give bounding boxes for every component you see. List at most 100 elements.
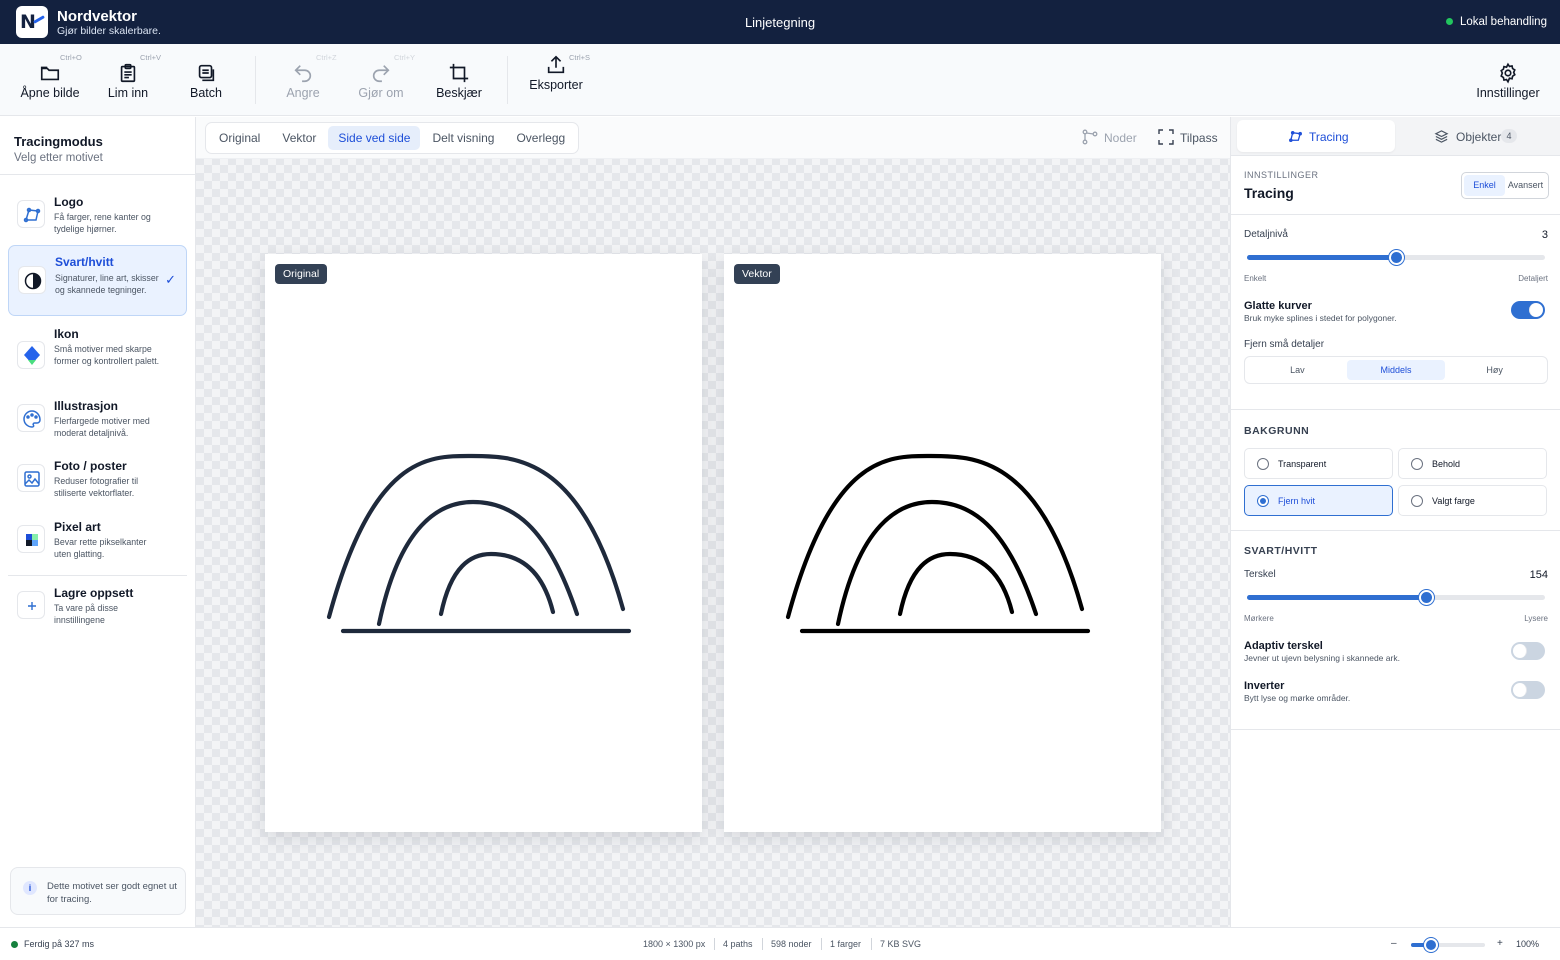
mode-item-foto-poster[interactable]: Foto / poster Reduser fotografier til st… <box>8 453 187 507</box>
mode-title: Illustrasjon <box>54 399 119 413</box>
bg-option-label: Valgt farge <box>1432 496 1475 506</box>
redo-button[interactable]: Ctrl+Y Gjør om <box>352 44 415 116</box>
fit-screen-icon <box>1158 129 1174 145</box>
smooth-curves-description: Bruk myke splines i stedet for polygoner… <box>1244 313 1397 323</box>
mode-sidebar: Tracingmodus Velg etter motivet Logo Få … <box>0 117 196 927</box>
detail-max-label: Detaljert <box>1518 274 1548 283</box>
zoom-level: 100% <box>1516 939 1540 949</box>
view-vector[interactable]: Vektor <box>272 126 326 150</box>
redo-icon <box>372 65 390 83</box>
status-indicator-icon <box>1446 18 1453 25</box>
mode-title: Svart/hvitt <box>55 255 114 269</box>
divider <box>821 938 822 950</box>
tab-tracing-label: Tracing <box>1309 130 1349 144</box>
remove-details-low[interactable]: Lav <box>1248 360 1347 380</box>
divider <box>714 938 715 950</box>
threshold-min-label: Mørkere <box>1244 614 1274 623</box>
advanced-mode-option[interactable]: Avansert <box>1505 175 1546 196</box>
threshold-value: 154 <box>1529 569 1548 581</box>
vector-tag: Vektor <box>734 264 780 284</box>
mode-description: Få farger, rene kanter og tydelige hjørn… <box>54 212 151 234</box>
settings-button[interactable]: Innstillinger <box>1472 44 1544 116</box>
open-image-button[interactable]: Ctrl+O Åpne bilde <box>14 44 86 116</box>
view-split[interactable]: Delt visning <box>422 126 504 150</box>
divider <box>8 575 187 576</box>
divider <box>762 938 763 950</box>
view-side-by-side[interactable]: Side ved side <box>328 126 421 150</box>
invert-toggle[interactable] <box>1511 681 1545 699</box>
invert-title: Inverter <box>1244 680 1285 692</box>
palette-icon <box>17 404 45 432</box>
zoom-in-button[interactable]: + <box>1497 938 1503 949</box>
bg-option-keep[interactable]: Behold <box>1398 448 1547 479</box>
batch-button[interactable]: Batch <box>180 44 232 116</box>
clipboard-icon <box>120 63 136 83</box>
divider <box>1231 214 1560 215</box>
nodes-label: Noder <box>1104 131 1137 145</box>
bg-option-label: Fjern hvit <box>1278 496 1316 506</box>
pixel-icon <box>17 525 45 553</box>
mode-item-pixel-art[interactable]: Pixel art Bevar rette pikselkanter uten … <box>8 514 187 568</box>
status-bar: Ferdig på 327 ms 1800 × 1300 px 4 paths … <box>0 927 1560 960</box>
section-eyebrow: INNSTILLINGER <box>1244 170 1319 180</box>
tab-tracing[interactable]: Tracing <box>1237 120 1395 152</box>
threshold-slider[interactable] <box>1247 590 1545 605</box>
toolbar-divider <box>507 56 508 104</box>
shortcut-hint: Ctrl+V <box>140 53 162 62</box>
remove-details-high[interactable]: Høy <box>1445 360 1544 380</box>
bg-option-chosen-color[interactable]: Valgt farge <box>1398 485 1547 516</box>
batch-icon <box>198 64 215 82</box>
toolbar: Ctrl+O Åpne bilde Ctrl+V Lim inn Batch C… <box>0 44 1560 116</box>
mode-item-illustrasjon[interactable]: Illustrasjon Flerfargede motiver med mod… <box>8 393 187 445</box>
undo-button[interactable]: Ctrl+Z Angre <box>278 44 336 116</box>
original-line-drawing <box>326 453 632 634</box>
view-original[interactable]: Original <box>209 126 270 150</box>
bg-option-transparent[interactable]: Transparent <box>1244 448 1393 479</box>
adaptive-threshold-toggle[interactable] <box>1511 642 1545 660</box>
paste-button[interactable]: Ctrl+V Lim inn <box>100 44 161 116</box>
save-preset-button[interactable]: Lagre oppsett Ta vare på disse innstilli… <box>8 580 187 630</box>
image-icon <box>17 464 45 492</box>
settings-panel: Tracing Objekter 4 INNSTILLINGER Tracing… <box>1230 117 1560 927</box>
color-count: 1 farger <box>830 939 862 949</box>
shortcut-hint: Ctrl+S <box>569 53 591 62</box>
path-count: 4 paths <box>723 939 753 949</box>
save-preset-title: Lagre oppsett <box>54 586 134 600</box>
slider-handle[interactable] <box>1388 250 1404 265</box>
batch-label: Batch <box>190 86 222 100</box>
crop-button[interactable]: Beskjær <box>432 44 486 116</box>
export-icon <box>547 55 565 74</box>
divider <box>871 938 872 950</box>
bg-option-label: Behold <box>1432 459 1461 469</box>
tab-objects[interactable]: Objekter 4 <box>1397 120 1555 152</box>
zoom-out-button[interactable]: – <box>1391 938 1397 949</box>
adaptive-threshold-title: Adaptiv terskel <box>1244 640 1323 652</box>
slider-handle[interactable] <box>1419 590 1435 605</box>
settings-label: Innstillinger <box>1476 86 1540 100</box>
radio-icon <box>1411 458 1423 470</box>
zoom-slider[interactable] <box>1411 938 1485 952</box>
fit-button[interactable]: Tilpass <box>1158 129 1218 147</box>
bg-option-remove-white[interactable]: Fjern hvit <box>1244 485 1393 516</box>
divider <box>1231 729 1560 730</box>
mode-item-svart-hvitt[interactable]: Svart/hvitt Signaturer, line art, skisse… <box>8 245 187 316</box>
save-preset-description: Ta vare på disse innstillingene <box>54 603 119 625</box>
export-button[interactable]: Ctrl+S Eksporter <box>528 44 590 116</box>
nodes-button[interactable]: Noder <box>1082 129 1138 147</box>
view-overlay[interactable]: Overlegg <box>506 126 575 150</box>
remove-details-medium[interactable]: Middels <box>1346 360 1446 380</box>
simple-mode-option[interactable]: Enkel <box>1464 175 1505 196</box>
original-preview: Original <box>265 254 702 832</box>
mode-item-logo[interactable]: Logo Få farger, rene kanter og tydelige … <box>8 187 187 243</box>
smooth-curves-toggle[interactable] <box>1511 301 1545 319</box>
mode-title: Foto / poster <box>54 459 127 473</box>
toolbar-divider <box>255 56 256 104</box>
tracing-icon <box>1289 130 1302 143</box>
detail-slider[interactable] <box>1247 250 1545 265</box>
divider <box>1231 409 1560 410</box>
zoom-slider-handle[interactable] <box>1423 938 1438 952</box>
mode-item-ikon[interactable]: Ikon Små motiver med skarpe former og ko… <box>8 321 187 385</box>
node-count: 598 noder <box>771 939 812 949</box>
settings-level-switcher: Enkel Avansert <box>1461 172 1549 199</box>
paste-label: Lim inn <box>107 86 149 100</box>
